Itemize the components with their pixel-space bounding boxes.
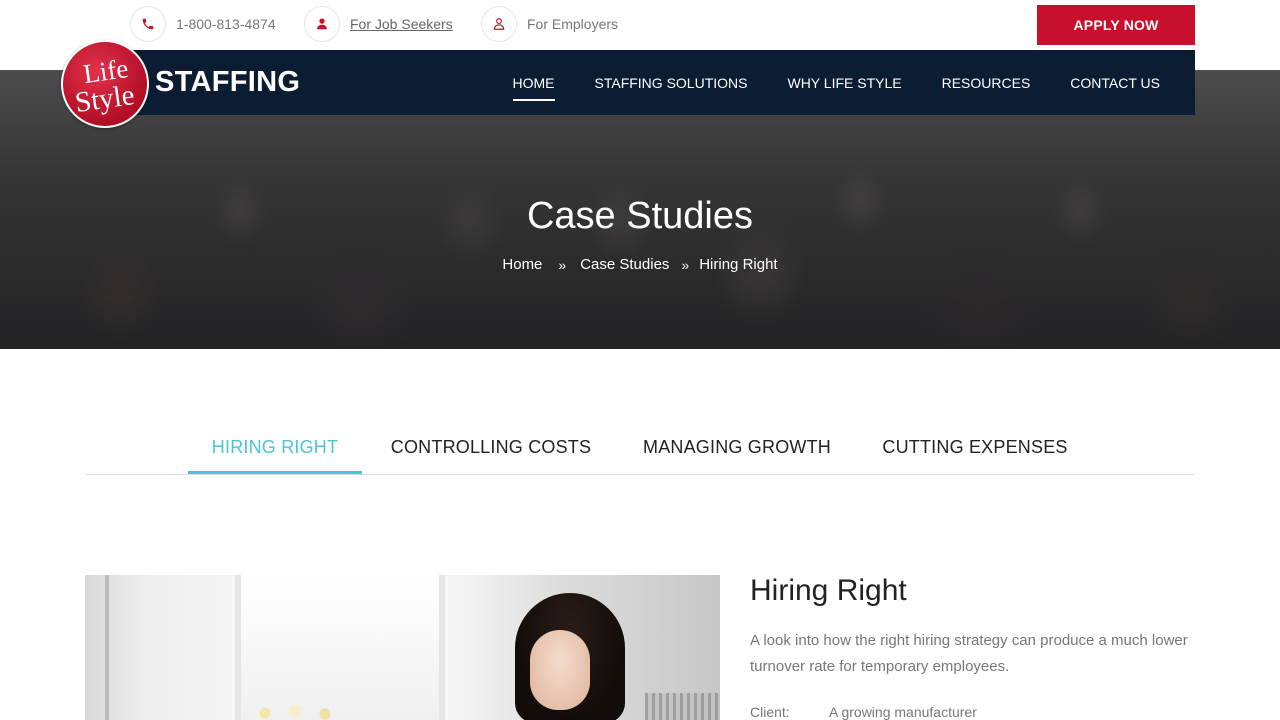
client-value: A growing manufacturer: [829, 704, 977, 720]
flowers: [255, 705, 345, 720]
radiator: [645, 693, 720, 720]
logo-mark: Life Style: [73, 53, 136, 119]
tab-cutting-expenses[interactable]: CUTTING EXPENSES: [875, 425, 1075, 474]
apply-now-button[interactable]: APPLY NOW: [1037, 5, 1195, 45]
tab-managing-growth[interactable]: MANAGING GROWTH: [637, 425, 837, 474]
job-seekers-label[interactable]: For Job Seekers: [350, 16, 453, 32]
nav-home[interactable]: HOME: [512, 69, 555, 101]
client-detail: Client: A growing manufacturer: [750, 704, 977, 720]
study-description: A look into how the right hiring strateg…: [750, 632, 1188, 675]
nav-why-life-style[interactable]: WHY LIFE STYLE: [787, 69, 901, 97]
breadcrumb-case-studies[interactable]: Case Studies: [580, 256, 669, 273]
case-study-tabs: HIRING RIGHT CONTROLLING COSTS MANAGING …: [85, 425, 1195, 475]
brand-logo[interactable]: Life Style: [61, 40, 149, 128]
employers-label[interactable]: For Employers: [527, 16, 618, 32]
svg-text:Style: Style: [73, 79, 136, 119]
nav-resources[interactable]: RESOURCES: [942, 69, 1031, 97]
breadcrumb-home[interactable]: Home: [502, 256, 542, 273]
nav-contact-us[interactable]: CONTACT US: [1070, 69, 1160, 97]
page-title: Case Studies: [526, 195, 753, 237]
window: [235, 575, 445, 720]
client-label: Client:: [750, 704, 790, 720]
chevron-right-icon: »: [558, 256, 567, 273]
phone-icon: [130, 6, 166, 42]
breadcrumb-current: Hiring Right: [699, 256, 778, 273]
study-title: Hiring Right: [750, 574, 907, 607]
case-study-photo: [85, 575, 720, 720]
user-icon: [304, 6, 340, 42]
employers-link[interactable]: For Employers: [481, 6, 618, 42]
job-seekers-link[interactable]: For Job Seekers: [304, 6, 453, 42]
user-outline-icon: [481, 6, 517, 42]
tab-hiring-right[interactable]: HIRING RIGHT: [188, 425, 362, 474]
main-nav: HOME STAFFING SOLUTIONS WHY LIFE STYLE R…: [473, 50, 1160, 115]
chevron-right-icon: »: [681, 256, 690, 273]
nav-staffing-solutions[interactable]: STAFFING SOLUTIONS: [595, 69, 748, 97]
phone-contact[interactable]: 1-800-813-4874: [130, 6, 276, 42]
main-navbar: STAFFING HOME STAFFING SOLUTIONS WHY LIF…: [85, 50, 1195, 115]
top-bar: 1-800-813-4874 For Job Seekers For Emplo…: [0, 0, 1280, 50]
breadcrumb: Home » Case Studies » Hiring Right: [0, 256, 1280, 273]
tab-controlling-costs[interactable]: CONTROLLING COSTS: [385, 425, 597, 474]
phone-number[interactable]: 1-800-813-4874: [176, 16, 276, 32]
brand-name[interactable]: STAFFING: [155, 66, 300, 99]
person-face: [530, 630, 590, 710]
window-frame: [105, 575, 109, 720]
